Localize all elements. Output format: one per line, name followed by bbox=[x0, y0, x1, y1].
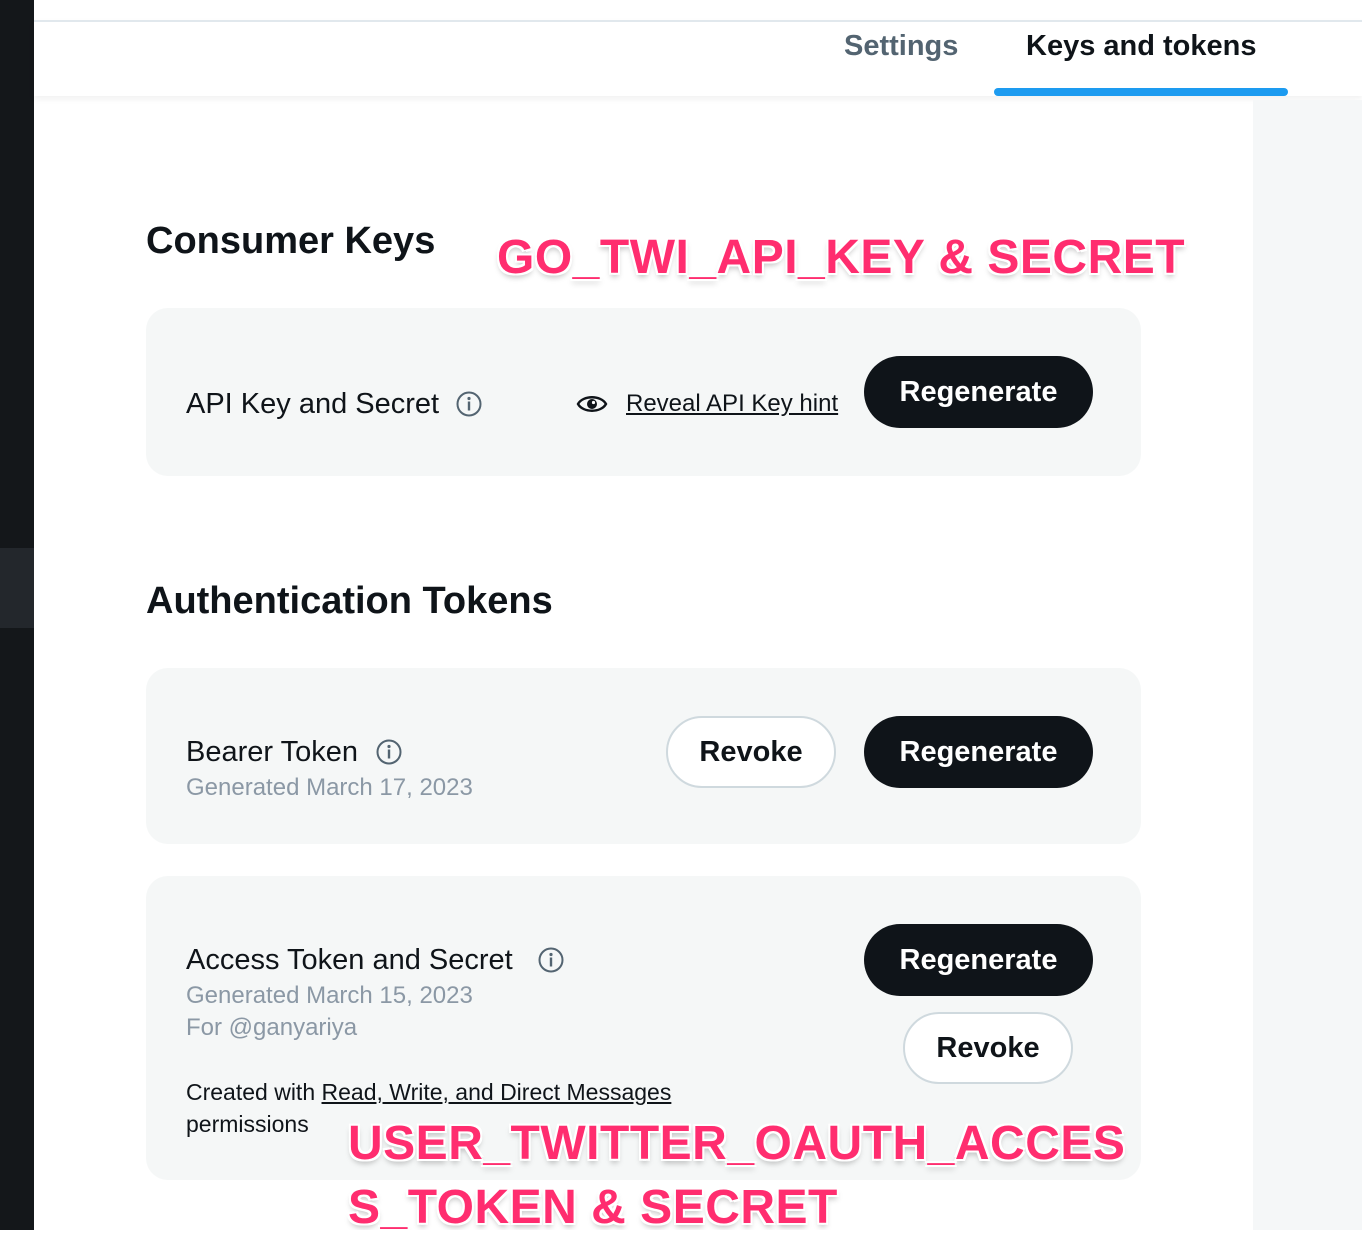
left-sidebar bbox=[0, 0, 34, 1230]
right-panel bbox=[1253, 100, 1362, 1230]
access-token-generated-date: Generated March 15, 2023 bbox=[186, 982, 473, 1009]
access-token-owner: For @ganyariya bbox=[186, 1014, 358, 1041]
bottom-edge bbox=[0, 1230, 1362, 1250]
permissions-link[interactable]: Read, Write, and Direct Messages bbox=[322, 1079, 672, 1105]
revoke-bearer-token-button[interactable]: Revoke bbox=[666, 716, 836, 788]
api-key-label: API Key and Secret bbox=[186, 388, 440, 420]
api-key-card: API Key and Secret Reveal API Key hint R… bbox=[146, 308, 1141, 476]
bearer-token-generated-date: Generated March 17, 2023 bbox=[186, 774, 473, 801]
consumer-keys-annotation: GO_TWI_API_KEY & SECRET bbox=[497, 231, 1186, 284]
bearer-token-card: Bearer Token Generated March 17, 2023 Re… bbox=[146, 668, 1141, 844]
access-token-annotation-line1: USER_TWITTER_OAUTH_ACCES bbox=[348, 1117, 1126, 1170]
info-icon[interactable] bbox=[376, 739, 402, 765]
permissions-suffix: permissions bbox=[186, 1111, 309, 1137]
eye-icon[interactable] bbox=[576, 392, 608, 416]
tab-keys-and-tokens[interactable]: Keys and tokens bbox=[1026, 30, 1256, 63]
access-token-label: Access Token and Secret bbox=[186, 944, 513, 976]
regenerate-api-key-button[interactable]: Regenerate bbox=[864, 356, 1093, 428]
regenerate-access-token-button[interactable]: Regenerate bbox=[864, 924, 1093, 996]
consumer-keys-title: Consumer Keys bbox=[146, 220, 436, 262]
sidebar-active-item[interactable] bbox=[0, 548, 34, 628]
tab-settings[interactable]: Settings bbox=[844, 30, 958, 63]
tab-bar: Settings Keys and tokens bbox=[34, 20, 1362, 96]
info-icon[interactable] bbox=[456, 391, 482, 417]
access-token-annotation-line2: S_TOKEN & SECRET bbox=[348, 1181, 838, 1234]
reveal-api-key-hint-link[interactable]: Reveal API Key hint bbox=[626, 390, 838, 418]
revoke-access-token-button[interactable]: Revoke bbox=[903, 1012, 1073, 1084]
info-icon[interactable] bbox=[538, 947, 564, 973]
regenerate-bearer-token-button[interactable]: Regenerate bbox=[864, 716, 1093, 788]
authentication-tokens-title: Authentication Tokens bbox=[146, 580, 553, 622]
bearer-token-label: Bearer Token bbox=[186, 736, 358, 768]
active-tab-indicator bbox=[994, 88, 1288, 96]
permissions-prefix: Created with bbox=[186, 1079, 322, 1105]
